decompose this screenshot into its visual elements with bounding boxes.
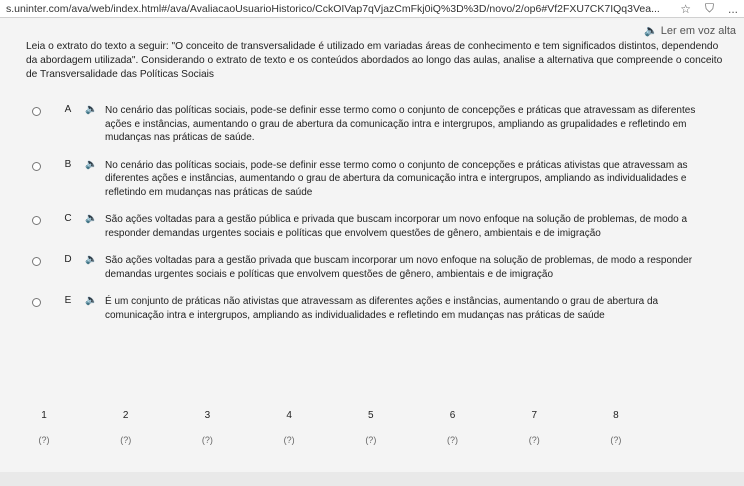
speaker-icon[interactable]: 🔈 xyxy=(85,254,105,265)
collections-icon[interactable]: ⛉ xyxy=(705,1,714,16)
option-text: No cenário das políticas sociais, pode-s… xyxy=(105,159,688,198)
question-area: Leia o extrato do texto a seguir: "O con… xyxy=(26,40,726,336)
option-letter: D xyxy=(64,254,72,265)
option-text: É um conjunto de práticas não ativistas … xyxy=(105,296,659,321)
radio-b[interactable] xyxy=(32,161,41,171)
radio-d[interactable] xyxy=(32,257,41,266)
question-nav-item[interactable]: 6 (?) xyxy=(439,410,467,445)
speaker-icon: 🔈 xyxy=(644,25,658,37)
option-a[interactable]: A 🔈 No cenário das políticas sociais, po… xyxy=(26,104,726,145)
question-number[interactable]: 4 xyxy=(275,410,303,421)
option-e[interactable]: E 🔈 É um conjunto de práticas não ativis… xyxy=(26,295,726,322)
url-text[interactable]: s.uninter.com/ava/web/index.html#/ava/Av… xyxy=(6,3,666,15)
option-d[interactable]: D 🔈 São ações voltadas para a gestão pri… xyxy=(26,254,726,281)
read-aloud-label: Ler em voz alta xyxy=(660,24,736,37)
option-text: No cenário das políticas sociais, pode-s… xyxy=(105,105,696,143)
question-number[interactable]: 5 xyxy=(357,410,385,421)
question-status: (?) xyxy=(283,435,295,445)
question-nav-item[interactable]: 7 (?) xyxy=(520,410,548,445)
question-number[interactable]: 8 xyxy=(602,410,630,421)
question-status: (?) xyxy=(120,435,132,445)
option-letter: C xyxy=(64,213,72,224)
question-status: (?) xyxy=(610,435,622,445)
radio-e[interactable] xyxy=(32,298,41,307)
option-letter: E xyxy=(64,295,72,306)
question-nav-item[interactable]: 1 (?) xyxy=(30,410,58,445)
speaker-icon[interactable]: 🔈 xyxy=(85,104,105,115)
question-status: (?) xyxy=(528,435,540,445)
menu-button[interactable]: ... xyxy=(728,2,738,16)
question-navigator: 1 (?) 2 (?) 3 (?) 4 (?) 5 (?) 6 (?) 7 (?… xyxy=(30,410,630,445)
option-text: São ações voltadas para a gestão privada… xyxy=(105,255,693,280)
question-status: (?) xyxy=(201,435,213,445)
option-c[interactable]: C 🔈 São ações voltadas para a gestão púb… xyxy=(26,213,726,240)
question-nav-item[interactable]: 2 (?) xyxy=(112,410,140,445)
question-status: (?) xyxy=(447,435,459,445)
question-number[interactable]: 3 xyxy=(193,410,221,421)
radio-c[interactable] xyxy=(32,216,41,225)
page-footer xyxy=(0,472,744,486)
question-text: Leia o extrato do texto a seguir: "O con… xyxy=(26,41,723,80)
question-nav-item[interactable]: 3 (?) xyxy=(193,410,221,445)
question-nav-item[interactable]: 4 (?) xyxy=(275,410,303,445)
question-status: (?) xyxy=(365,435,377,445)
speaker-icon[interactable]: 🔈 xyxy=(85,295,105,306)
option-text: São ações voltadas para a gestão pública… xyxy=(105,214,688,239)
question-number[interactable]: 2 xyxy=(112,410,140,421)
address-bar[interactable]: s.uninter.com/ava/web/index.html#/ava/Av… xyxy=(0,0,744,18)
question-nav-item[interactable]: 5 (?) xyxy=(357,410,385,445)
speaker-icon[interactable]: 🔈 xyxy=(85,159,105,170)
read-aloud-button[interactable]: 🔈 Ler em voz alta xyxy=(644,24,736,38)
question-number[interactable]: 1 xyxy=(30,410,58,421)
question-number[interactable]: 6 xyxy=(439,410,467,421)
question-status: (?) xyxy=(38,435,50,445)
option-b[interactable]: B 🔈 No cenário das políticas sociais, po… xyxy=(26,159,726,200)
star-icon[interactable]: ☆ xyxy=(680,2,691,16)
speaker-icon[interactable]: 🔈 xyxy=(85,213,105,224)
option-letter: A xyxy=(64,104,72,115)
radio-a[interactable] xyxy=(32,107,41,116)
option-letter: B xyxy=(64,158,72,170)
question-number[interactable]: 7 xyxy=(520,410,548,421)
question-nav-item[interactable]: 8 (?) xyxy=(602,410,630,445)
